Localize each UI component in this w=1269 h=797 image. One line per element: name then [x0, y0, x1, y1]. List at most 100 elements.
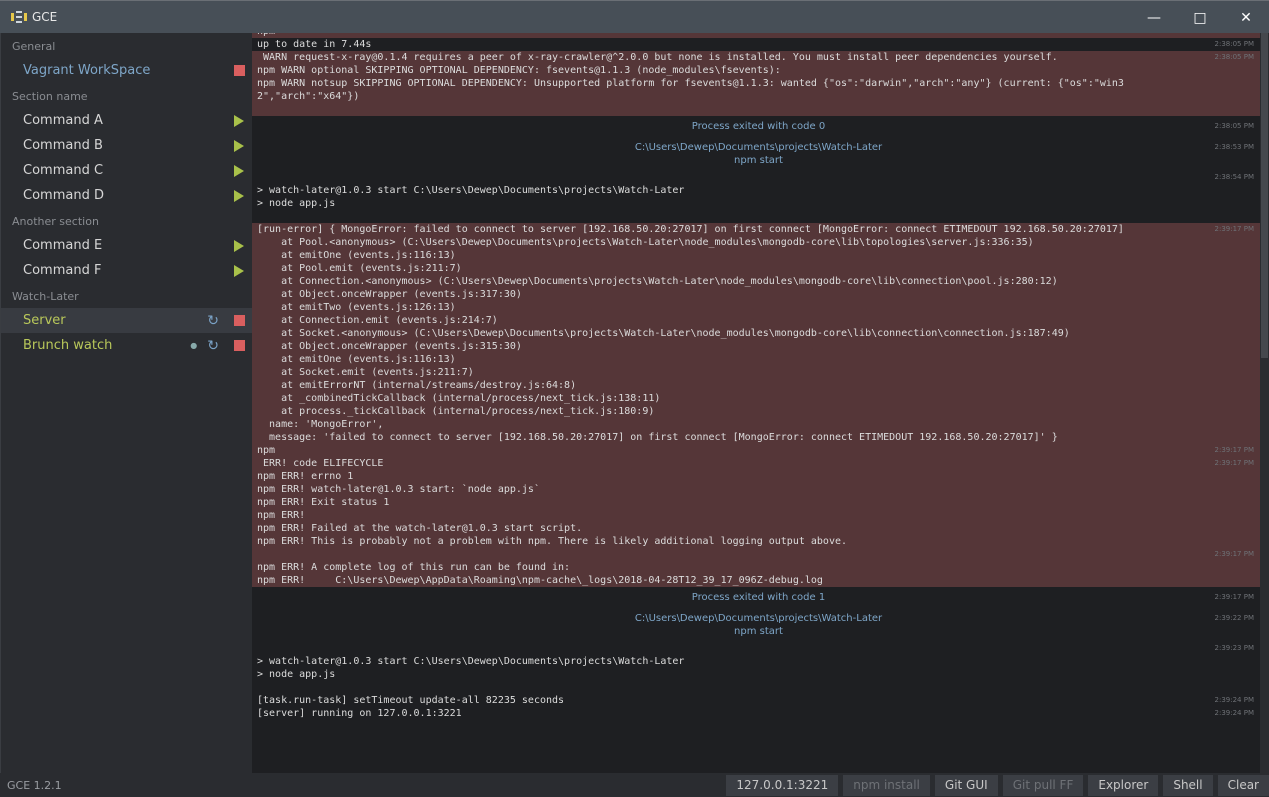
log-line: npm WARN optional SKIPPING OPTIONAL DEPE…: [252, 64, 1260, 77]
sidebar-item[interactable]: Brunch watch ● ↻: [1, 333, 252, 358]
play-icon[interactable]: [234, 239, 244, 252]
log-text: > node app.js: [257, 669, 336, 680]
status-button[interactable]: 127.0.0.1:3221: [726, 774, 839, 796]
timestamp: [1190, 236, 1260, 249]
timestamp: 2:39:24 PM: [1214, 696, 1254, 704]
play-icon[interactable]: [234, 114, 244, 127]
log-line: at Pool.emit (events.js:211:7): [252, 262, 1260, 275]
reload-icon[interactable]: ↻: [207, 338, 219, 354]
section-title: Another section: [12, 215, 99, 228]
log-line: npm ERR! Failed at the watch-later@1.0.3…: [252, 522, 1260, 535]
info-block: Process exited with code 0 2:38:05 PM: [252, 116, 1260, 137]
maximize-button[interactable]: □: [1177, 1, 1223, 34]
play-icon[interactable]: [234, 189, 244, 202]
log-text: npm ERR! watch-later@1.0.3 start: `node …: [257, 484, 540, 495]
scrollbar[interactable]: [1260, 33, 1269, 773]
log-line: [252, 210, 1260, 223]
section-title: Watch-Later: [12, 290, 79, 303]
log-line: at _combinedTickCallback (internal/proce…: [252, 392, 1260, 405]
stop-icon[interactable]: [234, 65, 245, 76]
log-text: at _combinedTickCallback (internal/proce…: [257, 393, 661, 404]
stop-icon[interactable]: [234, 340, 245, 351]
timestamp: 2:39:23 PM: [1214, 644, 1254, 652]
play-icon[interactable]: [234, 139, 244, 152]
timestamp: [1190, 301, 1260, 314]
stop-icon[interactable]: [234, 315, 245, 326]
status-button[interactable]: Clear: [1217, 774, 1269, 796]
log-line: Process exited with code 0 2:38:05 PM: [252, 120, 1260, 133]
log-line: at emitErrorNT (internal/streams/destroy…: [252, 379, 1260, 392]
log-line: at emitOne (events.js:116:13): [252, 353, 1260, 366]
log-line: C:\Users\Dewep\Documents\projects\Watch-…: [252, 141, 1260, 154]
sidebar-item[interactable]: Command A: [1, 108, 252, 133]
output-block: 2:38:54 PM > watch-later@1.0.3 start C:\U…: [252, 171, 1260, 223]
play-icon[interactable]: [234, 164, 244, 177]
timestamp: 2:39:17 PM: [1214, 225, 1254, 233]
info-block: Process exited with code 1 2:39:17 PM: [252, 587, 1260, 608]
log-line: 2:39:23 PM: [252, 642, 1260, 655]
status-button[interactable]: Git pull FF: [1002, 774, 1084, 796]
status-button[interactable]: npm install: [843, 774, 930, 796]
log-text: npm start: [734, 626, 783, 637]
log-line: npm start: [252, 625, 1260, 638]
sidebar-item[interactable]: Vagrant WorkSpace: [1, 58, 252, 83]
status-button[interactable]: Git GUI: [934, 774, 998, 796]
sidebar-item[interactable]: Command C: [1, 158, 252, 183]
log-text: > watch-later@1.0.3 start C:\Users\Dewep…: [257, 185, 685, 196]
info-block: C:\Users\Dewep\Documents\projects\Watch-…: [252, 137, 1260, 171]
timestamp: [1190, 340, 1260, 353]
log-text: at emitErrorNT (internal/streams/destroy…: [257, 380, 577, 391]
log-line: at process._tickCallback (internal/proce…: [252, 405, 1260, 418]
timestamp: 2:39:17 PM: [1214, 593, 1254, 601]
timestamp: [1190, 668, 1260, 681]
log-line: > node app.js: [252, 197, 1260, 210]
minimize-button[interactable]: —: [1131, 1, 1177, 34]
sidebar-item[interactable]: Command B: [1, 133, 252, 158]
timestamp: [1190, 353, 1260, 366]
log-text: npm ERR! Exit status 1: [257, 497, 390, 508]
play-icon[interactable]: [234, 264, 244, 277]
status-button[interactable]: Shell: [1163, 774, 1213, 796]
timestamp: [1190, 90, 1260, 103]
sidebar-item[interactable]: Command E: [1, 233, 252, 258]
error-block: WARN request-x-ray@0.1.4 requires a peer…: [252, 51, 1260, 116]
timestamp: [1190, 574, 1260, 587]
timestamp: 2:38:05 PM: [1214, 53, 1254, 61]
sidebar-item-label: Command E: [23, 238, 103, 253]
log-text: at Object.onceWrapper (events.js:317:30): [257, 289, 522, 300]
timestamp: [1190, 535, 1260, 548]
log-line: npm ERR!: [252, 509, 1260, 522]
timestamp: [1190, 77, 1260, 90]
sidebar: General Vagrant WorkSpace Section name Comm…: [0, 33, 252, 773]
sidebar-item[interactable]: Server ↻: [1, 308, 252, 333]
log-line: 2","arch":"x64"}): [252, 90, 1260, 103]
log-text: at Socket.emit (events.js:211:7): [257, 367, 474, 378]
log-text: at Socket.<anonymous> (C:\Users\Dewep\Do…: [257, 328, 1070, 339]
reload-icon[interactable]: ↻: [207, 313, 219, 329]
close-button[interactable]: ✕: [1223, 1, 1269, 34]
sidebar-item[interactable]: Command D: [1, 183, 252, 208]
log-line: [server] running on 127.0.0.1:3221 2:39:2…: [252, 707, 1260, 720]
timestamp: 2:39:17 PM: [1214, 459, 1254, 467]
timestamp: [1190, 275, 1260, 288]
timestamp: [1190, 210, 1260, 223]
status-dot-icon: ●: [190, 341, 198, 350]
sidebar-item[interactable]: Command F: [1, 258, 252, 283]
log-line: [252, 681, 1260, 694]
timestamp: [1190, 405, 1260, 418]
log-line: at emitTwo (events.js:126:13): [252, 301, 1260, 314]
timestamp: [1190, 561, 1260, 574]
log-text: at emitTwo (events.js:126:13): [257, 302, 456, 313]
scrollbar-thumb[interactable]: [1261, 33, 1268, 358]
log-text: npm ERR! C:\Users\Dewep\AppData\Roaming\…: [257, 575, 823, 586]
log-text: ERR! code ELIFECYCLE: [257, 458, 384, 469]
timestamp: 2:39:22 PM: [1214, 614, 1254, 622]
timestamp: [1190, 509, 1260, 522]
log-line: npm ERR! C:\Users\Dewep\AppData\Roaming\…: [252, 574, 1260, 587]
status-button[interactable]: Explorer: [1088, 774, 1159, 796]
log-text: npm WARN optional SKIPPING OPTIONAL DEPE…: [257, 65, 781, 76]
timestamp: 2:39:24 PM: [1214, 709, 1254, 717]
app-logo-icon: [11, 10, 27, 24]
